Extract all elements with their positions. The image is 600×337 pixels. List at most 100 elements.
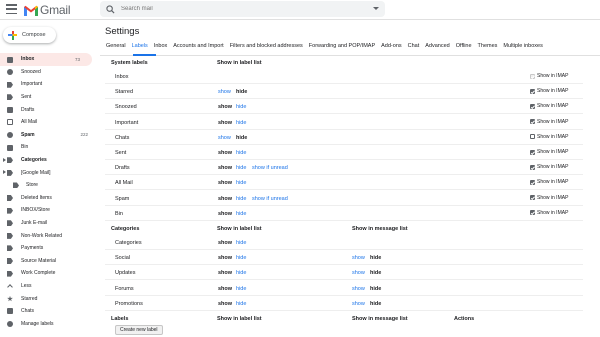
sidebar-item-google-mail[interactable]: [Google Mail]	[0, 166, 100, 179]
message-show-link[interactable]: show	[352, 301, 365, 307]
hide-link[interactable]: hide	[236, 270, 246, 276]
show-in-imap-checkbox[interactable]: Show in IMAP	[530, 119, 568, 125]
sidebar-item-less[interactable]: Less	[0, 280, 100, 293]
show-in-imap-checkbox: Show in IMAP	[530, 73, 568, 79]
show-in-imap-checkbox[interactable]: Show in IMAP	[530, 149, 568, 155]
sidebar-item-non-work-related[interactable]: Non-Work Related	[0, 229, 100, 242]
checkbox-icon[interactable]	[530, 134, 535, 140]
sidebar-item-all-mail[interactable]: All Mail	[0, 116, 100, 129]
hide-link[interactable]: hide	[236, 165, 246, 171]
hide-link[interactable]: hide	[236, 150, 246, 156]
hide-link[interactable]: hide	[236, 120, 246, 126]
hide-link[interactable]: hide	[236, 255, 246, 261]
show-in-imap-checkbox[interactable]: Show in IMAP	[530, 195, 568, 201]
show-in-imap-checkbox[interactable]: Show in IMAP	[530, 210, 568, 216]
show-in-imap-checkbox[interactable]: Show in IMAP	[530, 164, 568, 170]
sidebar-item-source-material[interactable]: Source Material	[0, 255, 100, 268]
tab-general[interactable]: General	[106, 43, 126, 49]
hide-link: hide	[236, 134, 248, 141]
tab-offline[interactable]: Offline	[456, 43, 472, 49]
sidebar-item-categories[interactable]: Categories	[0, 154, 100, 167]
sidebar-item-label: Deleted Items	[21, 194, 52, 201]
checkbox-icon[interactable]	[530, 88, 535, 94]
sidebar-item-label: Spam	[21, 131, 35, 138]
show-in-imap-checkbox[interactable]: Show in IMAP	[530, 88, 568, 94]
create-new-label-button[interactable]: Create new label	[115, 325, 163, 335]
sidebar-item-starred[interactable]: Starred	[0, 292, 100, 305]
sidebar-item-snoozed[interactable]: Snoozed	[0, 66, 100, 79]
category-name: Updates	[115, 270, 136, 277]
tab-chat[interactable]: Chat	[408, 43, 420, 49]
tab-add-ons[interactable]: Add-ons	[381, 43, 402, 49]
message-show-link[interactable]: show	[352, 286, 365, 292]
sidebar-item-sent[interactable]: Sent	[0, 91, 100, 104]
main-menu-icon[interactable]	[6, 4, 17, 14]
chevron-up-icon	[7, 283, 13, 290]
show-in-imap-checkbox[interactable]: Show in IMAP	[530, 103, 568, 109]
tab-labels[interactable]: Labels	[132, 43, 148, 49]
message-show-link[interactable]: show	[352, 255, 365, 261]
sidebar-item-bin[interactable]: Bin	[0, 141, 100, 154]
sidebar-item-drafts[interactable]: Drafts	[0, 103, 100, 116]
sidebar-item-chats[interactable]: Chats	[0, 305, 100, 318]
expand-arrow-icon[interactable]	[3, 170, 6, 175]
show-link: show	[218, 165, 233, 172]
report-icon	[7, 132, 13, 139]
system-label-list-heading: Show in label list	[217, 60, 262, 66]
hide-link[interactable]: hide	[236, 211, 246, 217]
sidebar-item-inbox-store[interactable]: INBOX/Store	[0, 204, 100, 217]
sidebar-item-important[interactable]: Important	[0, 78, 100, 91]
checkbox-icon[interactable]	[530, 179, 535, 185]
compose-button[interactable]: Compose	[3, 27, 56, 43]
show-link: show	[218, 150, 233, 156]
expand-arrow-icon[interactable]	[3, 157, 6, 162]
tab-advanced[interactable]: Advanced	[425, 43, 449, 49]
sidebar-item-label: Categories	[21, 157, 47, 164]
message-hide-link: hide	[370, 300, 382, 307]
sidebar-item-manage-labels[interactable]: Manage labels	[0, 317, 100, 330]
checkbox-icon[interactable]	[530, 164, 535, 170]
checkbox-icon[interactable]	[530, 210, 535, 216]
search-icon[interactable]	[106, 4, 115, 14]
sidebar-item-spam[interactable]: Spam 222	[0, 129, 100, 142]
tab-themes[interactable]: Themes	[478, 43, 498, 49]
hide-link[interactable]: hide	[236, 240, 246, 246]
sidebar-item-label: All Mail	[21, 119, 38, 126]
show-link[interactable]: show	[218, 135, 231, 141]
show-link[interactable]: show	[218, 89, 231, 95]
sidebar-item-label: INBOX/Store	[21, 207, 50, 214]
checkbox-icon[interactable]	[530, 103, 535, 109]
sidebar-item-junk-e-mail[interactable]: Junk E-mail	[0, 217, 100, 230]
gmail-logo[interactable]: Gmail	[24, 2, 71, 18]
show-in-imap-checkbox[interactable]: Show in IMAP	[530, 179, 568, 185]
show-if-unread-link[interactable]: show if unread	[252, 196, 288, 202]
show-in-imap-checkbox[interactable]: Show in IMAP	[530, 134, 568, 140]
hide-link[interactable]: hide	[236, 180, 246, 186]
sidebar-item-store[interactable]: Store	[0, 179, 100, 192]
search-input[interactable]	[121, 6, 361, 12]
sidebar-item-inbox[interactable]: Inbox 73	[0, 53, 92, 66]
checkbox-icon[interactable]	[530, 149, 535, 155]
label-name: Important	[115, 119, 139, 126]
sidebar-item-deleted-items[interactable]: Deleted Items	[0, 192, 100, 205]
hide-link[interactable]: hide	[236, 286, 246, 292]
sidebar-item-work-complete[interactable]: Work Complete	[0, 267, 100, 280]
hide-link[interactable]: hide	[236, 196, 246, 202]
tab-accounts-and-import[interactable]: Accounts and Import	[173, 43, 223, 49]
checkbox-icon[interactable]	[530, 195, 535, 201]
checkbox-icon[interactable]	[530, 119, 535, 125]
message-show-link[interactable]: show	[352, 270, 365, 276]
tab-forwarding-and-pop-imap[interactable]: Forwarding and POP/IMAP	[309, 43, 375, 49]
category-name: Categories	[115, 240, 142, 246]
sidebar-item-payments[interactable]: Payments	[0, 242, 100, 255]
hide-link[interactable]: hide	[236, 104, 246, 110]
hide-link[interactable]: hide	[236, 301, 246, 307]
tab-multiple-inboxes[interactable]: Multiple inboxes	[503, 43, 542, 49]
tab-filters-and-blocked-addresses[interactable]: Filters and blocked addresses	[230, 43, 303, 49]
system-label-row: Spam show hide show if unread Show in IMAP	[105, 191, 583, 206]
tab-inbox[interactable]: Inbox	[154, 43, 167, 49]
search-bar[interactable]	[100, 1, 385, 17]
trash-icon	[7, 144, 13, 151]
show-if-unread-link[interactable]: show if unread	[252, 165, 288, 171]
search-options-icon[interactable]	[373, 7, 379, 10]
